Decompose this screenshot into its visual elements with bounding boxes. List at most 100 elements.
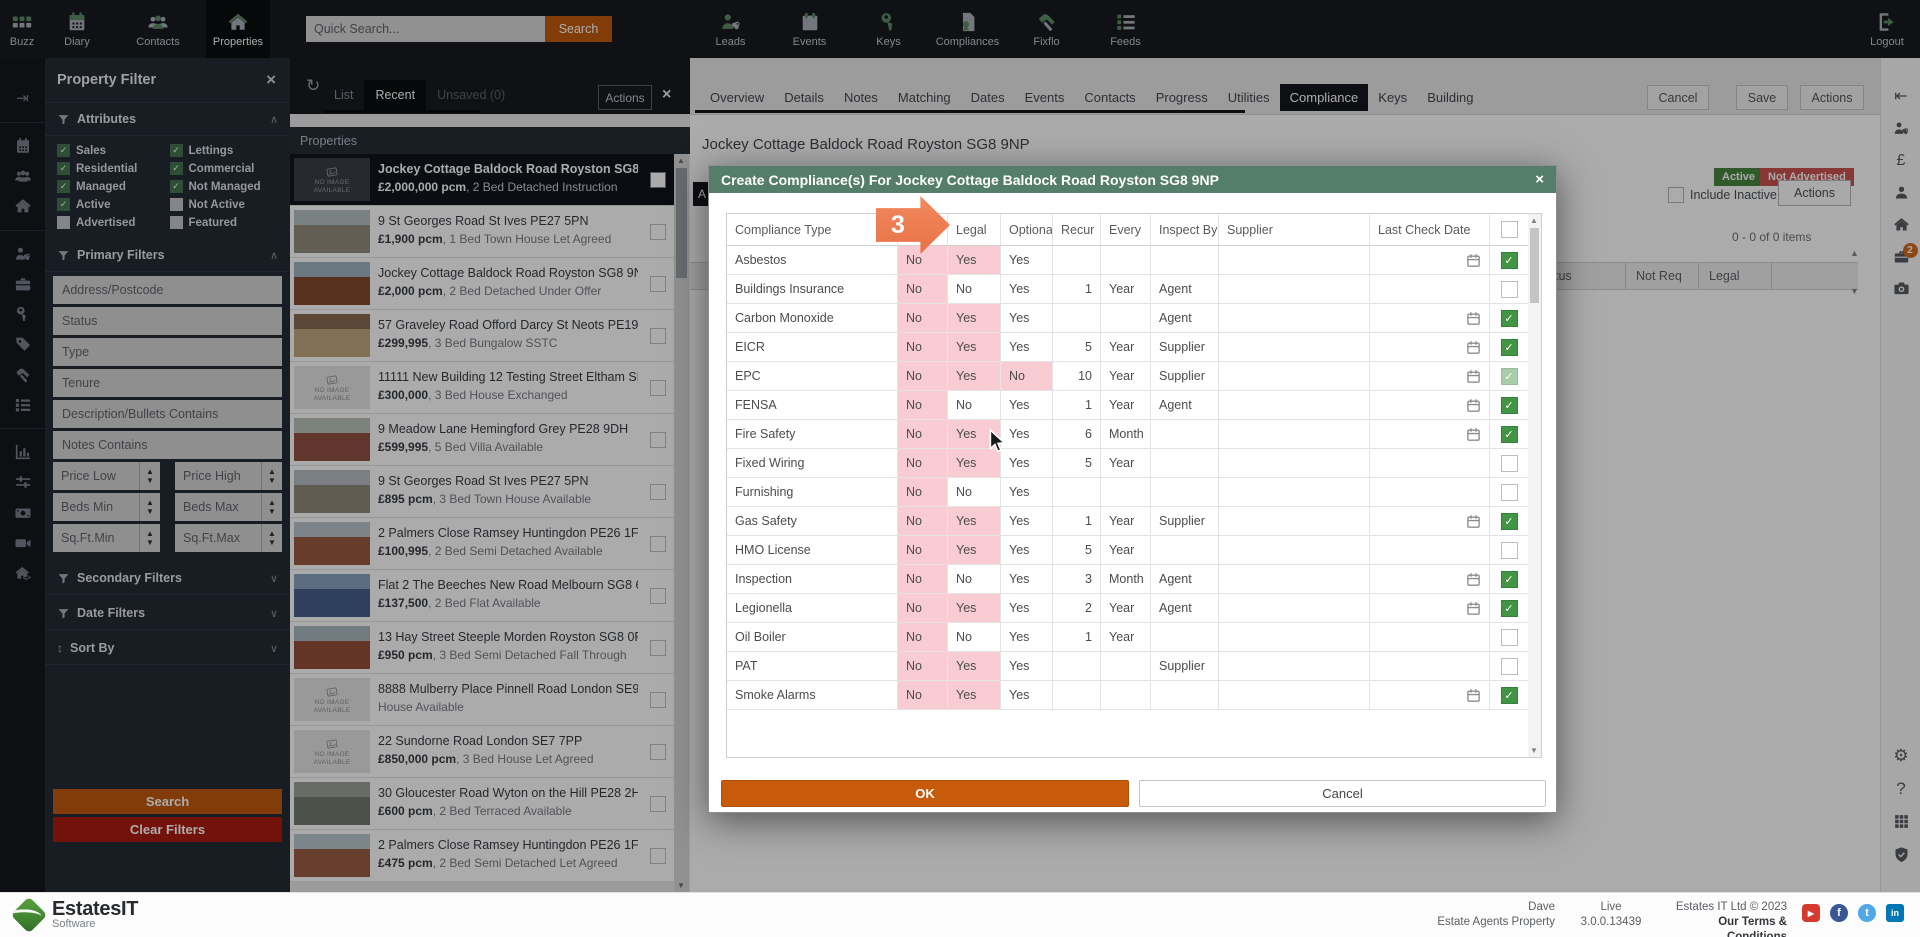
row-checkbox[interactable]: ✓: [1501, 368, 1518, 385]
cell-supplier[interactable]: [1219, 246, 1370, 275]
list-item-checkbox[interactable]: [650, 848, 666, 864]
row-checkbox[interactable]: [1501, 658, 1518, 675]
cell-every[interactable]: Month: [1101, 565, 1151, 594]
cell-supplier[interactable]: [1219, 565, 1370, 594]
cell-inspect-by[interactable]: Agent: [1151, 594, 1219, 623]
list-item[interactable]: 30 Gloucester Road Wyton on the Hill PE2…: [290, 778, 674, 830]
list-item[interactable]: NO IMAGE AVAILABLE11111 New Building 12 …: [290, 362, 674, 414]
nav-item-properties[interactable]: Properties: [206, 0, 270, 58]
help-icon[interactable]: ?: [1896, 780, 1905, 798]
row-checkbox[interactable]: [1501, 484, 1518, 501]
nav-module-leads[interactable]: Leads: [691, 0, 770, 58]
calendar-icon[interactable]: [1466, 253, 1481, 268]
sort-down-icon[interactable]: ▼: [1850, 286, 1859, 296]
list-item-checkbox[interactable]: [650, 744, 666, 760]
key-icon[interactable]: [14, 305, 32, 323]
nav-item-diary[interactable]: Diary: [44, 0, 110, 58]
cell-every[interactable]: Year: [1101, 362, 1151, 391]
scroll-up-icon[interactable]: ▲: [677, 156, 685, 165]
cell-every[interactable]: Year: [1101, 391, 1151, 420]
cell-inspect-by[interactable]: Agent: [1151, 304, 1219, 333]
nav-module-compliances[interactable]: Compliances: [928, 0, 1007, 58]
row-checkbox[interactable]: [1501, 455, 1518, 472]
calendar-icon[interactable]: [1466, 427, 1481, 442]
cell-last-check-date[interactable]: [1370, 420, 1490, 449]
checked-checkbox[interactable]: ✓: [170, 180, 183, 193]
cell-every[interactable]: [1101, 304, 1151, 333]
cancel-button[interactable]: Cancel: [1647, 85, 1709, 110]
list-item-checkbox[interactable]: [650, 224, 666, 240]
cell-recur[interactable]: [1053, 304, 1101, 333]
spinner-beds-max[interactable]: Beds Max▲▼: [175, 493, 282, 521]
unchecked-checkbox[interactable]: [170, 198, 183, 211]
save-button[interactable]: Save: [1736, 85, 1788, 110]
list-item[interactable]: Jockey Cottage Baldock Road Royston SG8 …: [290, 258, 674, 310]
cell-recur[interactable]: 5: [1053, 449, 1101, 478]
case-icon[interactable]: 2: [1893, 248, 1910, 266]
row-checkbox[interactable]: ✓: [1501, 310, 1518, 327]
cell-supplier[interactable]: [1219, 652, 1370, 681]
unchecked-checkbox[interactable]: [170, 216, 183, 229]
calendar-icon[interactable]: [1466, 688, 1481, 703]
filter-input-notes-contains[interactable]: Notes Contains: [53, 431, 282, 459]
clear-filters-button[interactable]: Clear Filters: [53, 817, 282, 842]
cell-every[interactable]: Year: [1101, 275, 1151, 304]
spinner-price-low[interactable]: Price Low▲▼: [53, 462, 160, 490]
cell-recur[interactable]: 10: [1053, 362, 1101, 391]
checked-checkbox[interactable]: ✓: [57, 198, 70, 211]
youtube-icon[interactable]: ▶: [1802, 904, 1820, 922]
list-item-checkbox[interactable]: [650, 484, 666, 500]
cell-recur[interactable]: [1053, 246, 1101, 275]
spinner-up-icon[interactable]: ▲: [146, 468, 154, 475]
cell-last-check-date[interactable]: [1370, 536, 1490, 565]
include-inactive-checkbox[interactable]: [1668, 187, 1684, 203]
filter-section-primary-filters[interactable]: Primary Filters∧: [45, 239, 290, 272]
cell-recur[interactable]: 1: [1053, 391, 1101, 420]
list-item[interactable]: Flat 2 The Beeches New Road Melbourn SG8…: [290, 570, 674, 622]
cell-supplier[interactable]: [1219, 362, 1370, 391]
list-item[interactable]: NO IMAGE AVAILABLE8888 Mulberry Place Pi…: [290, 674, 674, 726]
linkedin-icon[interactable]: in: [1886, 904, 1904, 922]
spinner-up-icon[interactable]: ▲: [146, 530, 154, 537]
cell-recur[interactable]: 5: [1053, 536, 1101, 565]
calendar-icon[interactable]: [1466, 340, 1481, 355]
cell-inspect-by[interactable]: Supplier: [1151, 652, 1219, 681]
scroll-down-icon[interactable]: ▼: [677, 881, 685, 890]
row-checkbox[interactable]: ✓: [1501, 687, 1518, 704]
spinner-price-high[interactable]: Price High▲▼: [175, 462, 282, 490]
list-item[interactable]: NO IMAGE AVAILABLEJockey Cottage Baldock…: [290, 154, 674, 206]
row-checkbox[interactable]: ✓: [1501, 339, 1518, 356]
cell-recur[interactable]: 6: [1053, 420, 1101, 449]
cell-inspect-by[interactable]: [1151, 246, 1219, 275]
cell-inspect-by[interactable]: Supplier: [1151, 507, 1219, 536]
shield-icon[interactable]: [1893, 846, 1910, 864]
facebook-icon[interactable]: f: [1830, 904, 1848, 922]
cell-supplier[interactable]: [1219, 275, 1370, 304]
spinner-down-icon[interactable]: ▼: [268, 477, 276, 484]
tab-matching[interactable]: Matching: [888, 84, 961, 111]
cell-every[interactable]: Year: [1101, 536, 1151, 565]
tab-details[interactable]: Details: [774, 84, 834, 111]
spinner-up-icon[interactable]: ▲: [146, 499, 154, 506]
list-item-checkbox[interactable]: [650, 588, 666, 604]
person-tag-icon[interactable]: [1893, 120, 1910, 138]
list-item-checkbox[interactable]: [650, 380, 666, 396]
actions-button[interactable]: Actions: [1800, 85, 1864, 110]
cell-recur[interactable]: 1: [1053, 507, 1101, 536]
ok-button[interactable]: OK: [721, 780, 1129, 807]
calendar-icon[interactable]: [1466, 514, 1481, 529]
cell-last-check-date[interactable]: [1370, 507, 1490, 536]
row-checkbox[interactable]: ✓: [1501, 252, 1518, 269]
cell-last-check-date[interactable]: [1370, 304, 1490, 333]
list-item-checkbox[interactable]: [650, 276, 666, 292]
cell-last-check-date[interactable]: [1370, 681, 1490, 710]
cell-inspect-by[interactable]: [1151, 536, 1219, 565]
cell-last-check-date[interactable]: [1370, 362, 1490, 391]
cell-every[interactable]: [1101, 681, 1151, 710]
cell-recur[interactable]: [1053, 652, 1101, 681]
close-icon[interactable]: ×: [266, 70, 276, 90]
cell-supplier[interactable]: [1219, 681, 1370, 710]
cell-last-check-date[interactable]: [1370, 275, 1490, 304]
spinner-down-icon[interactable]: ▼: [146, 539, 154, 546]
collapse-icon[interactable]: ⇤: [1894, 88, 1907, 106]
